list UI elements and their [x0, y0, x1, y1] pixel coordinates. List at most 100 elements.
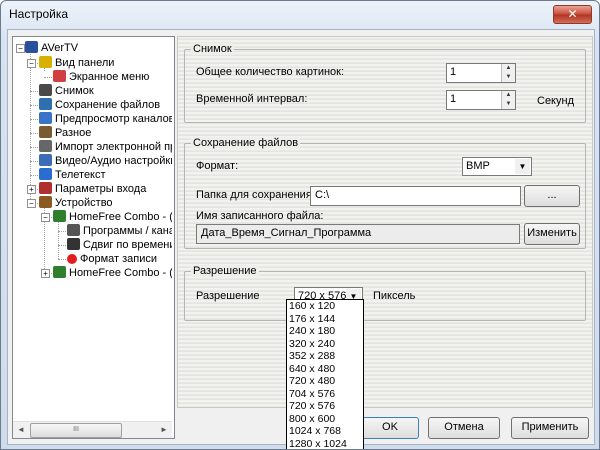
device-icon: [39, 196, 52, 208]
tree-line: [30, 161, 38, 162]
tools-icon: [39, 154, 52, 166]
collapse-icon[interactable]: −: [41, 213, 50, 222]
ok-button[interactable]: OK: [361, 417, 419, 439]
tree-item[interactable]: Разное: [39, 126, 91, 140]
input-icon: [39, 182, 52, 194]
tree-item[interactable]: Сохранение файлов: [39, 98, 160, 112]
expand-icon[interactable]: +: [41, 269, 50, 278]
filename-field: Дата_Время_Сигнал_Программа: [196, 224, 520, 244]
tree-item-label: Снимок: [55, 85, 94, 97]
interval-label: Временной интервал:: [196, 93, 308, 105]
tree-item[interactable]: Формат записи: [67, 252, 157, 266]
tree-item[interactable]: HomeFree Combo - (1) [C: [53, 210, 172, 224]
collapse-icon[interactable]: −: [27, 59, 36, 68]
folder-label: Папка для сохранения:: [196, 189, 315, 201]
settings-tree: − AVerTV − Вид панели Экранное меню Снимок Сох…: [12, 36, 175, 439]
close-button[interactable]: ✕: [553, 5, 592, 24]
tree-item-label: Разное: [55, 127, 92, 139]
resolution-option[interactable]: 320 x 240: [287, 338, 363, 351]
filename-value: Дата_Время_Сигнал_Программа: [201, 227, 372, 239]
resolution-option[interactable]: 176 x 144: [287, 313, 363, 326]
tree-item[interactable]: Снимок: [39, 84, 94, 98]
tree-item-label: Сдвиг по времени: [83, 239, 172, 251]
folder-input[interactable]: C:\: [310, 186, 521, 206]
programs-icon: [67, 224, 80, 236]
spin-down-icon[interactable]: ▼: [502, 100, 515, 109]
spin-down-icon[interactable]: ▼: [502, 73, 515, 82]
resolution-option[interactable]: 704 x 576: [287, 388, 363, 401]
collapse-icon[interactable]: −: [16, 44, 25, 53]
resolution-option[interactable]: 720 x 480: [287, 375, 363, 388]
scroll-right-icon[interactable]: ►: [156, 422, 172, 438]
tree-item-label: Предпросмотр каналов: [55, 113, 172, 125]
tree-item[interactable]: Программы / кана: [67, 224, 172, 238]
scroll-thumb[interactable]: III: [30, 423, 122, 438]
tree-item-label: Сохранение файлов: [55, 99, 161, 111]
tree-item-label: HomeFree Combo - (1) [C: [69, 211, 172, 223]
picture-count-spinner[interactable]: 1 ▲ ▼: [446, 63, 516, 83]
tree-line: [58, 259, 66, 260]
tree-item[interactable]: Телетекст: [39, 168, 106, 182]
snapshot-icon: [39, 84, 52, 96]
scroll-left-icon[interactable]: ◄: [13, 422, 29, 438]
interval-spinner[interactable]: 1 ▲ ▼: [446, 90, 516, 110]
tree-item-label: Вид панели: [55, 57, 115, 69]
resolution-group: Разрешение Разрешение 720 x 576 ▼ Пиксел…: [184, 265, 586, 321]
apply-button[interactable]: Применить: [511, 417, 589, 439]
tree-content: − AVerTV − Вид панели Экранное меню Снимок Сох…: [13, 37, 172, 420]
tree-line: [30, 91, 38, 92]
card-icon: [53, 210, 66, 222]
resolution-option[interactable]: 720 x 576: [287, 400, 363, 413]
card-icon: [53, 266, 66, 278]
change-filename-button[interactable]: Изменить: [524, 223, 580, 245]
collapse-icon[interactable]: −: [27, 199, 36, 208]
resolution-option[interactable]: 1024 x 768: [287, 425, 363, 438]
resolution-option[interactable]: 640 x 480: [287, 363, 363, 376]
close-icon: ✕: [567, 7, 578, 21]
tree-line: [58, 231, 66, 232]
cancel-button[interactable]: Отмена: [428, 417, 500, 439]
resolution-option[interactable]: 1280 x 1024: [287, 438, 363, 450]
file-saving-legend: Сохранение файлов: [191, 137, 301, 149]
tree-item-label: AVerTV: [41, 42, 79, 54]
resolution-legend: Разрешение: [191, 265, 259, 277]
tree-item-label: Параметры входа: [55, 183, 147, 195]
tree-line: [44, 77, 52, 78]
resolution-dropdown-list[interactable]: 160 x 120 176 x 144 240 x 180 320 x 240 352 …: [286, 299, 364, 450]
tree-item-label: Экранное меню: [69, 71, 150, 83]
tree-item-label: HomeFree Combo - (2) [C: [69, 267, 172, 279]
tree-item[interactable]: Устройство: [39, 196, 113, 210]
save-icon: [39, 98, 52, 110]
folder-value: C:\: [315, 189, 330, 201]
format-select[interactable]: BMP ▼: [462, 157, 532, 176]
picture-count-label: Общее количество картинок:: [196, 66, 345, 78]
tree-item[interactable]: AVerTV: [25, 41, 78, 55]
title-bar[interactable]: Настройка ✕: [1, 1, 599, 27]
chevron-down-icon[interactable]: ▼: [515, 159, 530, 174]
resolution-option[interactable]: 240 x 180: [287, 325, 363, 338]
tree-item[interactable]: Импорт электронной прог: [39, 140, 172, 154]
settings-panel: Снимок Общее количество картинок: 1 ▲ ▼ В…: [177, 36, 593, 408]
format-value: BMP: [466, 160, 490, 172]
tree-item-label: Импорт электронной прог: [55, 141, 172, 153]
settings-window: Настройка ✕ − AVerTV − Вид панели Экранное м…: [0, 0, 600, 450]
tree-line: [30, 175, 38, 176]
resolution-option[interactable]: 160 x 120: [287, 300, 363, 313]
tree-item[interactable]: HomeFree Combo - (2) [C: [53, 266, 172, 280]
resolution-option[interactable]: 800 x 600: [287, 413, 363, 426]
tree-item[interactable]: Предпросмотр каналов: [39, 112, 172, 126]
expand-icon[interactable]: +: [27, 185, 36, 194]
tree-item[interactable]: Видео/Аудио настройки: [39, 154, 172, 168]
record-icon: [67, 254, 77, 264]
tree-item[interactable]: Сдвиг по времени: [67, 238, 172, 252]
tree-item[interactable]: Экранное меню: [53, 70, 149, 84]
tree-horizontal-scrollbar[interactable]: ◄ III ►: [13, 421, 172, 438]
view-panel-icon: [39, 56, 52, 68]
filename-label: Имя записанного файла:: [196, 210, 324, 222]
browse-button[interactable]: ...: [524, 185, 580, 207]
picture-count-value: 1: [450, 66, 457, 78]
resolution-option[interactable]: 352 x 288: [287, 350, 363, 363]
tree-item[interactable]: Параметры входа: [39, 182, 146, 196]
resolution-label: Разрешение: [196, 290, 260, 302]
tree-item[interactable]: Вид панели: [39, 56, 114, 70]
